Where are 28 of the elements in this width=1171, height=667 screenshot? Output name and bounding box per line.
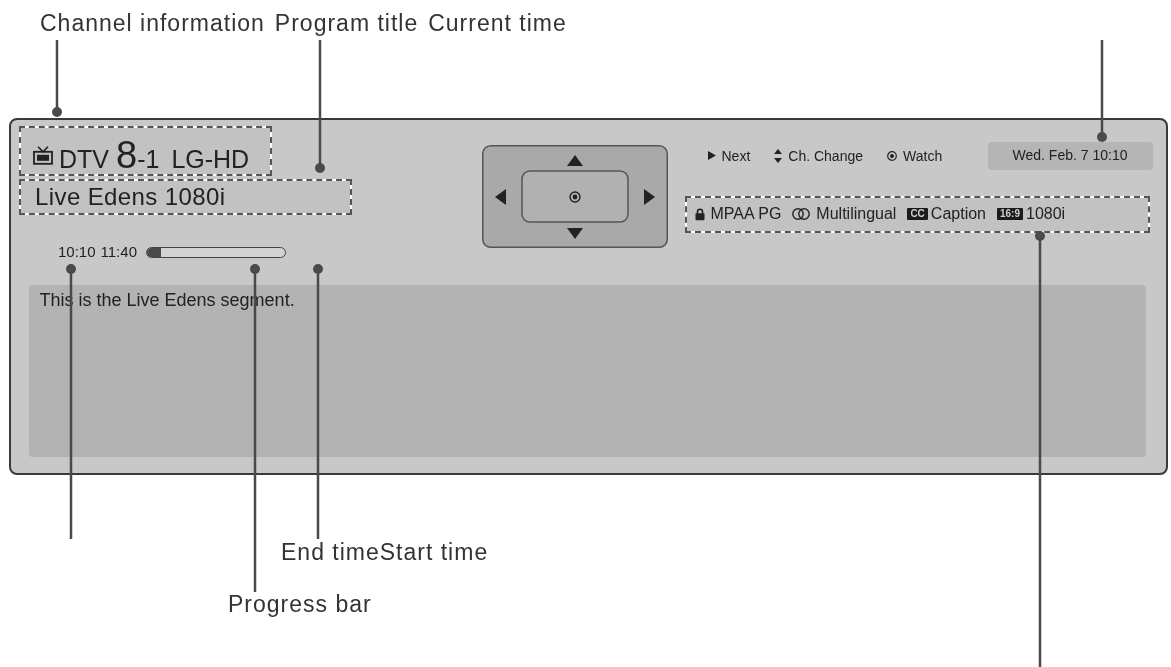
callout-label: Channel information — [40, 9, 265, 37]
channel-type: DTV — [59, 147, 109, 172]
info-label: MPAA PG — [710, 204, 782, 224]
format-badge: CC — [907, 208, 928, 220]
double-circle-icon — [792, 208, 811, 220]
current-date-time: Wed. Feb. 7 10:10 — [987, 141, 1153, 170]
callout-label: End timeStart time — [281, 538, 489, 566]
callout-label: Program title — [274, 9, 419, 37]
info-label: Caption — [930, 204, 986, 224]
channel-name: LG-HD — [171, 147, 250, 172]
key-hint-label: Next — [721, 146, 751, 165]
callout-label: Progress bar — [228, 590, 372, 618]
circle-dot-icon — [887, 150, 897, 161]
key-hint-label: Ch. Change — [788, 146, 863, 165]
play-triangle-icon — [707, 151, 716, 160]
up-down-arrows-icon — [774, 148, 783, 163]
direction-pad-icon — [481, 144, 668, 248]
program-title: Live Edens 1080i — [35, 183, 226, 211]
info-label: Multilingual — [816, 204, 897, 224]
tv-icon — [33, 145, 53, 165]
channel-number: 8-1 — [116, 136, 160, 174]
lock-icon — [694, 207, 705, 221]
key-hint-label: Watch — [903, 146, 943, 165]
start-time: 10:10 — [58, 242, 96, 262]
format-badge: 16:9 — [997, 208, 1023, 220]
callout-label: Current time — [428, 9, 567, 37]
info-label: 1080i — [1026, 204, 1066, 224]
end-time: 11:40 — [100, 242, 137, 262]
